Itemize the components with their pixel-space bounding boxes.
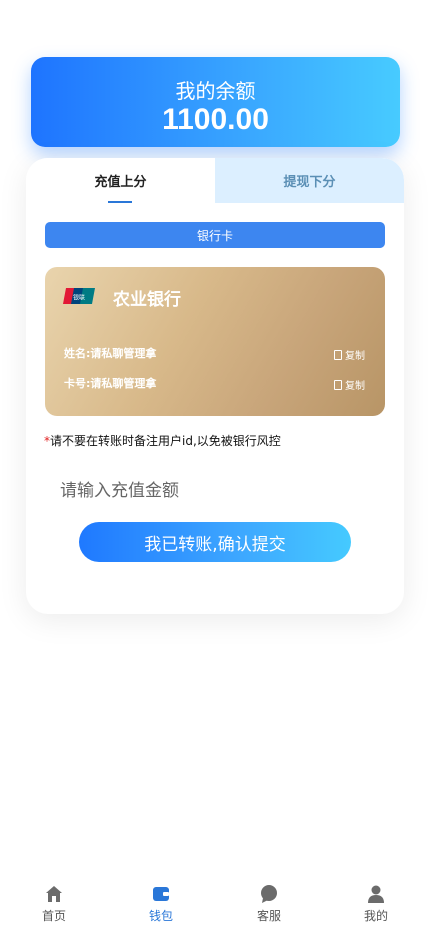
chat-icon: [261, 885, 277, 903]
transfer-notice: *请不要在转账时备注用户id,以免被银行风控: [44, 432, 281, 449]
tabbar-label: 钱包: [148, 909, 173, 923]
svg-text:银联: 银联: [73, 294, 85, 302]
balance-card: 我的余额 1100.00: [31, 57, 400, 147]
copy-icon: [334, 379, 342, 390]
bank-card: 银联 农业银行 姓名:请私聊管理拿 复制 卡号:请私聊管理拿 复制: [45, 267, 385, 416]
tabbar-item-home[interactable]: 首页: [14, 884, 94, 924]
tabbar-item-mine[interactable]: 我的: [336, 884, 416, 924]
active-tab-indicator: [108, 201, 132, 203]
tabbar-item-service[interactable]: 客服: [229, 884, 309, 924]
tabbar-item-wallet[interactable]: 钱包: [121, 884, 201, 924]
tabbar-label: 我的: [363, 909, 388, 923]
tab-deposit[interactable]: 充值上分: [26, 158, 215, 203]
copy-icon: [334, 349, 342, 360]
copy-label: 复制: [345, 381, 365, 392]
holder-value: 请私聊管理拿: [90, 347, 157, 360]
bank-name: 农业银行: [113, 290, 181, 310]
card-value: 请私聊管理拿: [90, 377, 157, 390]
holder-label: 姓名:: [64, 347, 91, 360]
copy-card-button[interactable]: 复制: [334, 377, 365, 392]
tabbar-label: 客服: [256, 909, 281, 923]
bank-card-header: 银行卡: [45, 222, 385, 248]
unionpay-logo-icon: 银联: [63, 288, 95, 304]
user-icon: [368, 885, 384, 903]
card-label: 卡号:: [64, 377, 91, 390]
holder-name-row: 姓名:请私聊管理拿: [64, 345, 156, 361]
wallet-icon: [153, 887, 169, 901]
card-number-row: 卡号:请私聊管理拿: [64, 375, 156, 391]
notice-text: 请不要在转账时备注用户id,以免被银行风控: [50, 434, 281, 448]
tab-withdraw[interactable]: 提现下分: [215, 158, 404, 203]
tabbar-label: 首页: [41, 909, 66, 923]
amount-input[interactable]: [60, 476, 360, 506]
balance-value: 1100.00: [162, 103, 269, 136]
bottom-tabbar: 首页 钱包 客服 我的: [0, 878, 430, 932]
copy-label: 复制: [345, 351, 365, 362]
home-icon: [46, 886, 62, 902]
submit-button[interactable]: 我已转账,确认提交: [79, 522, 351, 562]
copy-holder-button[interactable]: 复制: [334, 347, 365, 362]
recharge-panel: 充值上分 提现下分 银行卡 银联 农业银行 姓名:请私聊管理拿 复制 卡号:请私…: [26, 158, 404, 614]
balance-label: 我的余额: [175, 79, 256, 103]
